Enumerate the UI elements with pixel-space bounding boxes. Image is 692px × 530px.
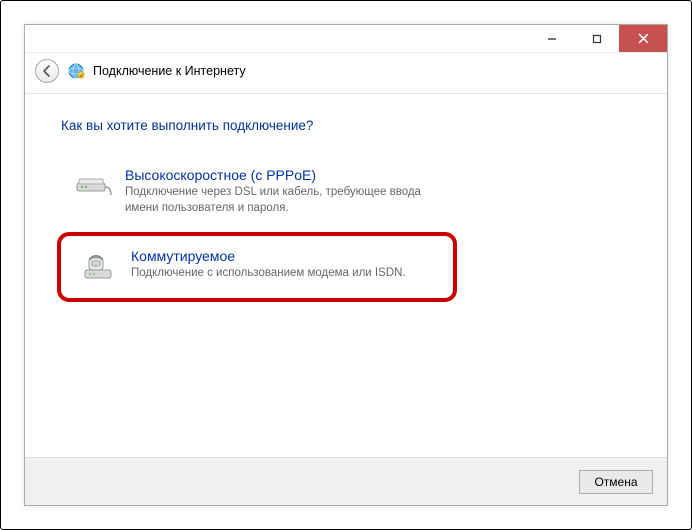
option-pppoe-title: Высокоскоростное (с PPPoE) bbox=[125, 167, 449, 183]
close-button[interactable] bbox=[619, 25, 667, 52]
option-dialup-title: Коммутируемое bbox=[131, 248, 435, 264]
option-dialup-desc: Подключение с использованием модема или … bbox=[131, 266, 435, 282]
button-bar: Отмена bbox=[25, 457, 667, 505]
globe-icon bbox=[67, 62, 85, 80]
wizard-header: Подключение к Интернету bbox=[25, 53, 667, 94]
outer-frame: Подключение к Интернету Как вы хотите вы… bbox=[0, 0, 692, 530]
option-pppoe-desc: Подключение через DSL или кабель, требую… bbox=[125, 185, 449, 216]
option-pppoe-texts: Высокоскоростное (с PPPoE) Подключение ч… bbox=[125, 167, 449, 216]
dialup-phone-icon bbox=[79, 248, 119, 286]
option-pppoe[interactable]: Высокоскоростное (с PPPoE) Подключение ч… bbox=[61, 159, 461, 224]
option-dialup[interactable]: Коммутируемое Подключение с использовани… bbox=[67, 240, 447, 294]
cancel-button[interactable]: Отмена bbox=[579, 470, 653, 494]
option-dialup-texts: Коммутируемое Подключение с использовани… bbox=[131, 248, 435, 286]
page-question: Как вы хотите выполнить подключение? bbox=[61, 118, 631, 133]
window-title: Подключение к Интернету bbox=[93, 64, 246, 78]
titlebar bbox=[25, 25, 667, 53]
maximize-button[interactable] bbox=[574, 25, 619, 52]
dialog-window: Подключение к Интернету Как вы хотите вы… bbox=[24, 24, 668, 506]
content-area: Как вы хотите выполнить подключение? Выс… bbox=[25, 94, 667, 457]
minimize-button[interactable] bbox=[529, 25, 574, 52]
highlight-frame: Коммутируемое Подключение с использовани… bbox=[57, 232, 457, 302]
modem-cable-icon bbox=[73, 167, 113, 216]
back-button[interactable] bbox=[35, 59, 59, 83]
